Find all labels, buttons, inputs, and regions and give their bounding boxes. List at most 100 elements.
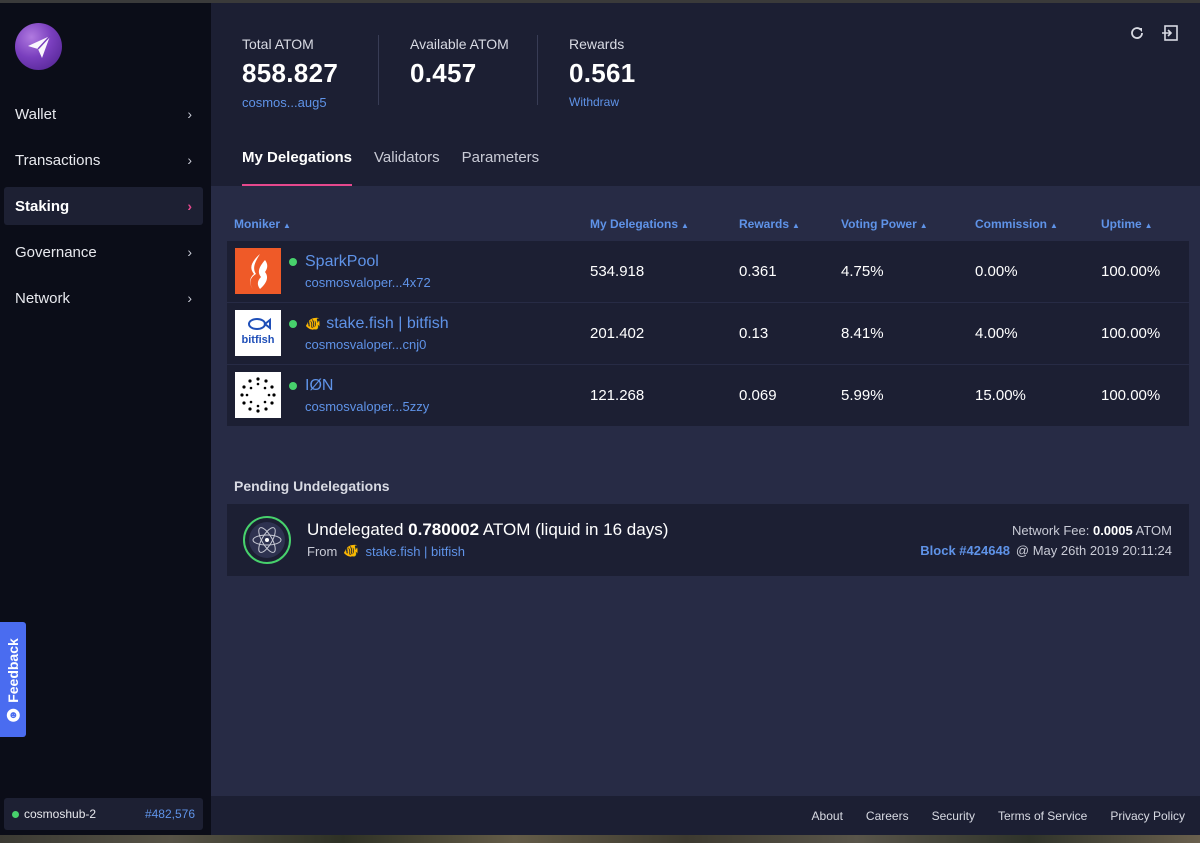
sidebar-item-wallet[interactable]: Wallet › (4, 95, 203, 133)
sidebar-item-transactions[interactable]: Transactions › (4, 141, 203, 179)
column-label: Voting Power (841, 217, 917, 231)
voting-power-cell: 5.99% (841, 387, 884, 404)
validator-name: IØN (305, 377, 334, 394)
tab-validators[interactable]: Validators (374, 149, 440, 186)
undelegation-item: Undelegated 0.780002 ATOM (liquid in 16 … (227, 504, 1189, 576)
validator-address: cosmosvaloper...cnj0 (305, 337, 427, 352)
column-label: Moniker (234, 217, 281, 231)
main-content: Total ATOM 858.827 cosmos...aug5 Availab… (211, 3, 1200, 835)
undelegation-from: From 🐠 stake.fish | bitfish (307, 543, 465, 559)
bitfish-logo-text: bitfish (242, 334, 275, 346)
network-fee: Network Fee: 0.0005 ATOM (1012, 523, 1172, 538)
column-header-moniker[interactable]: Moniker ▲ (234, 217, 291, 231)
sidebar-item-label: Wallet (15, 105, 57, 123)
footer-link-privacy[interactable]: Privacy Policy (1110, 809, 1185, 823)
footer-link-about[interactable]: About (812, 809, 843, 823)
available-atom-label: Available ATOM (410, 36, 509, 52)
undelegation-amount: 0.780002 (408, 520, 480, 539)
sort-arrow-icon: ▲ (792, 221, 800, 230)
smile-icon: ☻ (6, 708, 20, 722)
validator-address: cosmosvaloper...5zzy (305, 399, 430, 414)
column-label: Uptime (1101, 217, 1142, 231)
column-header-rewards[interactable]: Rewards ▲ (739, 217, 800, 231)
chevron-right-icon: › (187, 198, 192, 214)
from-label: From (307, 543, 338, 559)
column-header-voting-power[interactable]: Voting Power ▲ (841, 217, 928, 231)
rewards-cell: 0.069 (739, 387, 777, 404)
fee-unit: ATOM (1135, 523, 1172, 538)
sparkpool-avatar (235, 248, 281, 294)
sign-out-icon[interactable] (1161, 24, 1179, 42)
fee-value: 0.0005 (1092, 523, 1133, 538)
feedback-button[interactable]: ☻ Feedback (0, 622, 26, 737)
sort-arrow-icon: ▲ (1144, 221, 1153, 230)
rewards-cell: 0.361 (739, 263, 777, 280)
atom-icon (243, 516, 291, 564)
footer-link-careers[interactable]: Careers (866, 809, 909, 823)
validator-moniker: IØN cosmosvaloper...5zzy (289, 377, 429, 414)
column-header-commission[interactable]: Commission ▲ (975, 217, 1058, 231)
footer: About Careers Security Terms of Service … (211, 796, 1200, 835)
sort-arrow-icon: ▲ (681, 221, 689, 230)
tab-bar: My Delegations Validators Parameters (242, 149, 561, 186)
undelegation-prefix: Undelegated (307, 520, 404, 539)
commission-cell: 15.00% (975, 387, 1026, 404)
tab-parameters[interactable]: Parameters (462, 149, 540, 186)
sidebar-item-staking[interactable]: Staking › (4, 187, 203, 225)
sidebar: Wallet › Transactions › Staking › Govern… (0, 3, 211, 835)
undelegation-validator-link[interactable]: stake.fish | bitfish (366, 544, 465, 559)
table-row[interactable]: IØN cosmosvaloper...5zzy 121.268 0.069 5… (227, 365, 1189, 427)
rewards-label: Rewards (569, 36, 625, 52)
section-title-pending-undelegations: Pending Undelegations (234, 478, 390, 494)
table-header: Moniker ▲ My Delegations ▲ Rewards ▲ Voting… (227, 217, 1189, 233)
validator-address: cosmosvaloper...4x72 (305, 275, 431, 290)
validator-name-link[interactable]: SparkPool (289, 253, 431, 271)
uptime-cell: 100.00% (1101, 387, 1161, 404)
undelegation-summary: Undelegated 0.780002 ATOM (liquid in 16 … (307, 520, 668, 540)
network-status[interactable]: cosmoshub-2 #482,576 (4, 798, 203, 830)
delegation-cell: 534.918 (590, 263, 645, 280)
feedback-content: ☻ Feedback (5, 638, 21, 722)
sort-arrow-icon: ▲ (283, 221, 291, 230)
footer-link-terms[interactable]: Terms of Service (998, 809, 1087, 823)
chain-id: cosmoshub-2 (24, 807, 97, 821)
commission-cell: 0.00% (975, 263, 1018, 280)
validator-name: SparkPool (305, 253, 379, 270)
block-link[interactable]: Block #424648 (920, 543, 1010, 558)
stat-divider (378, 35, 379, 105)
sort-arrow-icon: ▲ (1050, 221, 1058, 230)
paper-plane-icon (27, 34, 51, 58)
status-dot-icon (289, 382, 297, 390)
refresh-icon[interactable] (1128, 24, 1146, 42)
sidebar-item-governance[interactable]: Governance › (4, 233, 203, 271)
chevron-right-icon: › (187, 290, 192, 306)
table-row[interactable]: bitfish 🐠 stake.fish | bitfish cosmosval… (227, 303, 1189, 365)
fee-label: Network Fee: (1012, 523, 1090, 538)
tab-my-delegations[interactable]: My Delegations (242, 149, 353, 186)
voting-power-cell: 8.41% (841, 325, 884, 342)
delegation-cell: 201.402 (590, 325, 645, 342)
app-logo[interactable] (15, 23, 62, 70)
available-atom-stat: Available ATOM 0.457 (410, 36, 509, 89)
wallet-address-link[interactable]: cosmos...aug5 (242, 95, 338, 110)
column-header-uptime[interactable]: Uptime ▲ (1101, 217, 1153, 231)
validator-name-link[interactable]: IØN (289, 377, 429, 395)
rewards-cell: 0.13 (739, 325, 769, 342)
column-header-my-delegations[interactable]: My Delegations ▲ (590, 217, 689, 231)
status-dot-icon (289, 320, 297, 328)
total-atom-stat: Total ATOM 858.827 cosmos...aug5 (242, 36, 338, 110)
withdraw-link[interactable]: Withdraw (569, 95, 636, 109)
validator-name-link[interactable]: 🐠 stake.fish | bitfish (289, 315, 449, 333)
stat-divider (537, 35, 538, 105)
uptime-cell: 100.00% (1101, 263, 1161, 280)
total-atom-value: 858.827 (242, 58, 339, 88)
sidebar-item-network[interactable]: Network › (4, 279, 203, 317)
sidebar-item-label: Transactions (15, 151, 101, 169)
column-label: My Delegations (590, 217, 679, 231)
feedback-label: Feedback (5, 637, 21, 703)
rewards-stat: Rewards 0.561 Withdraw (569, 36, 636, 109)
fish-icon: 🐠 (305, 316, 322, 331)
footer-link-security[interactable]: Security (932, 809, 975, 823)
validator-moniker: 🐠 stake.fish | bitfish cosmosvaloper...c… (289, 315, 449, 352)
table-row[interactable]: SparkPool cosmosvaloper...4x72 534.918 0… (227, 241, 1189, 303)
